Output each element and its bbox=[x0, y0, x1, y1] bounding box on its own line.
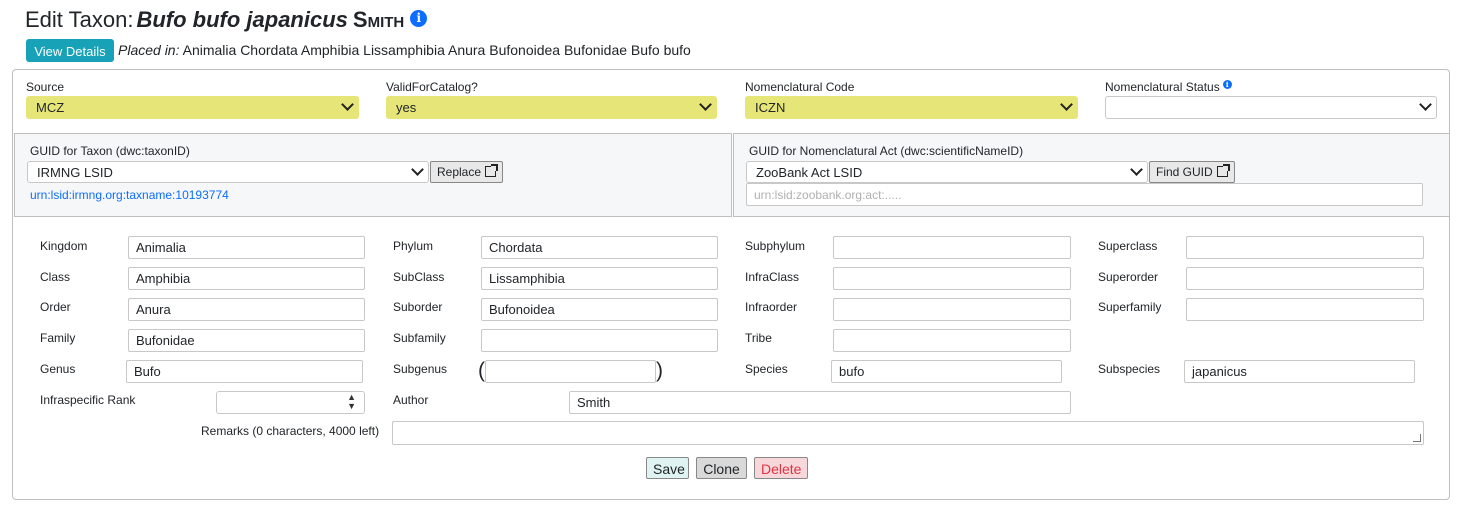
species-label: Species bbox=[745, 362, 788, 376]
superfamily-input[interactable] bbox=[1186, 298, 1424, 321]
family-label: Family bbox=[40, 331, 76, 345]
source-label: Source bbox=[26, 80, 65, 94]
nomenclatural-code-select[interactable]: ICZN bbox=[745, 96, 1078, 119]
valid-for-catalog-label: ValidForCatalog? bbox=[386, 80, 478, 94]
resize-handle-icon[interactable] bbox=[1413, 434, 1421, 442]
chevron-down-icon bbox=[1419, 98, 1432, 111]
chevron-down-icon bbox=[341, 98, 354, 111]
subfamily-label: Subfamily bbox=[393, 331, 446, 345]
valid-for-catalog-select[interactable]: yes bbox=[386, 96, 717, 119]
save-button[interactable]: Save bbox=[646, 457, 689, 479]
superclass-input[interactable] bbox=[1186, 236, 1424, 259]
guid-taxon-link[interactable]: urn:lsid:irmng.org:taxname:10193774 bbox=[30, 188, 229, 202]
external-link-icon bbox=[485, 164, 499, 177]
subgenus-close-paren: ) bbox=[656, 359, 663, 382]
species-input[interactable]: bufo bbox=[831, 360, 1062, 383]
subclass-input[interactable]: Lissamphibia bbox=[481, 267, 718, 290]
page-title: Edit Taxon: Bufo bufo japanicus Smith i bbox=[25, 7, 428, 33]
sort-arrows-icon: ▲ ▼ bbox=[347, 392, 356, 411]
placed-in-label: Placed in: bbox=[118, 42, 180, 58]
page-title-prefix: Edit Taxon: bbox=[25, 7, 134, 32]
infraspecific-rank-select[interactable]: ▲ ▼ bbox=[216, 391, 365, 414]
subspecies-input[interactable]: japanicus bbox=[1184, 360, 1415, 383]
chevron-down-icon bbox=[699, 98, 712, 111]
guid-act-type-select[interactable]: ZooBank Act LSID bbox=[746, 161, 1148, 183]
chevron-down-icon bbox=[1130, 163, 1143, 176]
subphylum-input[interactable] bbox=[833, 236, 1071, 259]
phylum-input[interactable]: Chordata bbox=[481, 236, 718, 259]
subgenus-input[interactable] bbox=[485, 360, 656, 383]
phylum-label: Phylum bbox=[393, 239, 434, 253]
infraorder-label: Infraorder bbox=[745, 300, 798, 314]
infraorder-input[interactable] bbox=[833, 298, 1071, 321]
class-input[interactable]: Amphibia bbox=[128, 267, 365, 290]
clone-button[interactable]: Clone bbox=[696, 457, 747, 479]
delete-button[interactable]: Delete bbox=[754, 457, 808, 479]
remarks-label: Remarks (0 characters, 4000 left) bbox=[201, 424, 380, 438]
external-link-icon bbox=[1216, 164, 1230, 177]
kingdom-label: Kingdom bbox=[40, 239, 88, 253]
superclass-label: Superclass bbox=[1098, 239, 1158, 253]
guid-act-input[interactable]: urn:lsid:zoobank.org:act:..... bbox=[746, 183, 1423, 206]
guid-taxon-label: GUID for Taxon (dwc:taxonID) bbox=[30, 144, 190, 158]
author-label: Author bbox=[393, 393, 429, 407]
infraclass-input[interactable] bbox=[833, 267, 1071, 290]
subgenus-label: Subgenus bbox=[393, 362, 448, 376]
nomenclatural-status-select[interactable] bbox=[1105, 96, 1437, 119]
remarks-textarea[interactable] bbox=[392, 421, 1424, 445]
guid-act-label: GUID for Nomenclatural Act (dwc:scientif… bbox=[749, 144, 1024, 158]
infraspecific-rank-label: Infraspecific Rank bbox=[40, 393, 136, 407]
family-input[interactable]: Bufonidae bbox=[128, 329, 365, 352]
nomenclatural-code-label: Nomenclatural Code bbox=[745, 80, 855, 94]
taxon-scientific-name: Bufo bufo japanicus bbox=[136, 7, 348, 32]
nomenclatural-status-label: Nomenclatural Status i bbox=[1105, 80, 1232, 94]
subgenus-open-paren: ( bbox=[478, 359, 485, 382]
suborder-input[interactable]: Bufonoidea bbox=[481, 298, 718, 321]
author-input[interactable]: Smith bbox=[569, 391, 1071, 414]
placed-in-path: Placed in: Animalia Chordata Amphibia Li… bbox=[118, 42, 691, 58]
subfamily-input[interactable] bbox=[481, 329, 718, 352]
tribe-input[interactable] bbox=[833, 329, 1071, 352]
chevron-down-icon bbox=[411, 163, 424, 176]
superorder-input[interactable] bbox=[1186, 267, 1424, 290]
suborder-label: Suborder bbox=[393, 300, 443, 314]
subclass-label: SubClass bbox=[393, 270, 445, 284]
view-details-button[interactable]: View Details bbox=[26, 39, 114, 62]
kingdom-input[interactable]: Animalia bbox=[128, 236, 365, 259]
replace-guid-button[interactable]: Replace bbox=[430, 161, 504, 183]
subspecies-label: Subspecies bbox=[1098, 362, 1161, 376]
find-guid-button[interactable]: Find GUID bbox=[1149, 161, 1235, 183]
genus-label: Genus bbox=[40, 362, 76, 376]
order-label: Order bbox=[40, 300, 71, 314]
superorder-label: Superorder bbox=[1098, 270, 1159, 284]
infraclass-label: InfraClass bbox=[745, 270, 800, 284]
info-icon[interactable]: i bbox=[1222, 80, 1232, 89]
source-select[interactable]: MCZ bbox=[26, 96, 359, 119]
guid-taxon-type-select[interactable]: IRMNG LSID bbox=[27, 161, 429, 183]
order-input[interactable]: Anura bbox=[128, 298, 365, 321]
placed-in-value: Animalia Chordata Amphibia Lissamphibia … bbox=[182, 42, 691, 58]
info-icon[interactable]: i bbox=[410, 10, 428, 27]
subphylum-label: Subphylum bbox=[745, 239, 806, 253]
tribe-label: Tribe bbox=[745, 331, 772, 345]
chevron-down-icon bbox=[1060, 98, 1073, 111]
taxon-author: Smith bbox=[352, 7, 405, 32]
genus-input[interactable]: Bufo bbox=[126, 360, 363, 383]
superfamily-label: Superfamily bbox=[1098, 300, 1162, 314]
class-label: Class bbox=[40, 270, 71, 284]
